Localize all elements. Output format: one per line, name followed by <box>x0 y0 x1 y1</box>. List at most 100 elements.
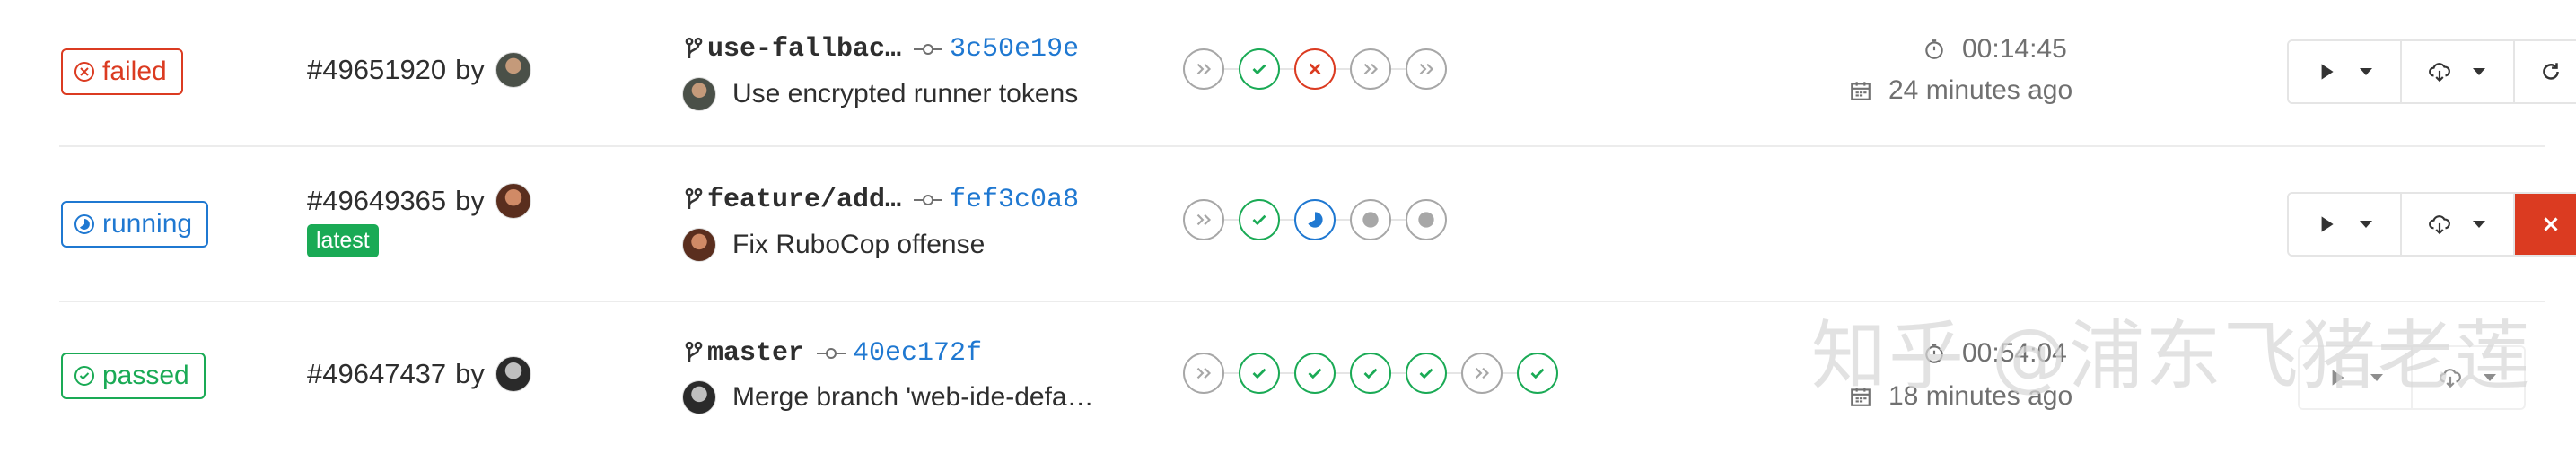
pipeline-row: failed #49651920 by use-fallbac… 3c50e19… <box>59 0 2576 152</box>
play-icon <box>2321 64 2334 80</box>
created-icon <box>1362 212 1379 228</box>
download-cloud-icon <box>2429 63 2450 83</box>
stage-failed[interactable] <box>1280 48 1336 90</box>
retry-icon <box>2543 63 2559 80</box>
stage-success[interactable] <box>1224 48 1280 90</box>
pipeline-id: #49651920 by <box>307 52 531 88</box>
play-dropdown-button[interactable] <box>2289 41 2402 102</box>
play-dropdown-button[interactable] <box>2289 194 2402 255</box>
stage-created[interactable] <box>1336 199 1391 240</box>
close-icon <box>1309 63 1321 75</box>
stage-success[interactable] <box>1280 353 1336 394</box>
branch-icon <box>685 37 703 58</box>
skipped-icon <box>1363 63 1379 75</box>
pipelines-table: failed #49651920 by use-fallbac… 3c50e19… <box>0 0 2576 449</box>
pipeline-row: running #49649365 by latest feature/add…… <box>59 145 2576 298</box>
avatar[interactable] <box>682 380 716 414</box>
calendar-icon <box>1851 82 1871 100</box>
commit-message: Merge branch 'web-ide-defa… <box>682 380 1094 414</box>
pipeline-link[interactable]: #49649365 <box>307 185 446 217</box>
duration: 00:14:45 <box>1923 34 2067 65</box>
commit-ref: use-fallbac… 3c50e19e <box>684 34 1079 65</box>
pipeline-stages <box>1183 48 1447 90</box>
chevron-down-icon <box>2360 221 2372 228</box>
chevron-down-icon <box>2473 221 2485 228</box>
stage-skipped[interactable] <box>1183 199 1224 240</box>
circle-half-icon <box>74 214 94 234</box>
by-label: by <box>455 358 485 389</box>
branch-link[interactable]: master <box>707 338 804 369</box>
created-icon <box>1418 212 1434 228</box>
stage-success[interactable] <box>1336 353 1391 394</box>
commit-sha-link[interactable]: fef3c0a8 <box>950 185 1079 215</box>
pipeline-link[interactable]: #49647437 <box>307 358 446 390</box>
skipped-icon <box>1196 367 1212 379</box>
avatar[interactable] <box>495 356 531 392</box>
stage-success[interactable] <box>1503 353 1558 394</box>
avatar[interactable] <box>495 52 531 88</box>
stage-skipped[interactable] <box>1183 48 1224 90</box>
branch-icon <box>685 341 703 362</box>
pipeline-stages <box>1183 199 1447 240</box>
avatar[interactable] <box>495 183 531 219</box>
stage-running[interactable] <box>1280 199 1336 240</box>
pipeline-link[interactable]: #49651920 <box>307 54 446 86</box>
status-label: passed <box>102 361 189 390</box>
commit-title-link[interactable]: Merge branch 'web-ide-defa… <box>732 382 1094 413</box>
finished-at: 24 minutes ago <box>1849 75 2072 106</box>
check-icon <box>1252 214 1266 226</box>
stage-skipped[interactable] <box>1391 48 1447 90</box>
commit-icon <box>817 348 846 359</box>
status-badge-passed[interactable]: passed <box>61 353 206 399</box>
artifacts-dropdown-button[interactable] <box>2402 41 2515 102</box>
status-badge-failed[interactable]: failed <box>61 48 183 95</box>
commit-sha-link[interactable]: 40ec172f <box>853 338 982 369</box>
stage-created[interactable] <box>1391 199 1447 240</box>
status-badge-running[interactable]: running <box>61 201 209 248</box>
branch-link[interactable]: feature/add… <box>707 185 901 215</box>
status-label: failed <box>102 57 167 86</box>
branch-link[interactable]: use-fallbac… <box>707 34 901 65</box>
skipped-icon <box>1475 367 1490 379</box>
stage-success[interactable] <box>1224 199 1280 240</box>
artifacts-dropdown-button[interactable] <box>2402 194 2515 255</box>
download-cloud-icon <box>2429 215 2450 235</box>
commit-title-link[interactable]: Use encrypted runner tokens <box>732 79 1078 109</box>
skipped-icon <box>1419 63 1434 75</box>
check-icon <box>1308 368 1322 379</box>
skipped-icon <box>1196 63 1212 75</box>
circle-check-icon <box>74 366 94 386</box>
by-label: by <box>455 54 485 85</box>
stage-success[interactable] <box>1224 353 1280 394</box>
check-icon <box>1363 368 1378 379</box>
commit-ref: feature/add… fef3c0a8 <box>684 185 1079 215</box>
avatar[interactable] <box>682 228 716 262</box>
commit-icon <box>914 44 943 55</box>
check-icon <box>1252 64 1266 75</box>
finished-value: 24 minutes ago <box>1888 75 2073 105</box>
commit-ref: master 40ec172f <box>684 338 982 369</box>
timer-icon <box>1925 39 1943 59</box>
commit-icon <box>914 195 943 205</box>
action-group <box>2287 192 2576 257</box>
stage-success[interactable] <box>1391 353 1447 394</box>
chevron-down-icon <box>2360 68 2372 75</box>
stage-skipped[interactable] <box>1336 48 1391 90</box>
commit-sha-link[interactable]: 3c50e19e <box>950 34 1079 65</box>
commit-title-link[interactable]: Fix RuboCop offense <box>732 230 985 260</box>
cancel-button[interactable] <box>2515 194 2576 255</box>
retry-button[interactable] <box>2515 41 2576 102</box>
avatar[interactable] <box>682 77 716 111</box>
chevron-down-icon <box>2473 68 2485 75</box>
by-label: by <box>455 185 485 216</box>
duration-value: 00:14:45 <box>1962 34 2067 64</box>
latest-badge: latest <box>307 224 379 257</box>
check-icon <box>1419 368 1433 379</box>
stage-skipped[interactable] <box>1447 353 1503 394</box>
pipeline-id: #49649365 by <box>307 183 531 219</box>
watermark: 知乎 @浦东飞猪老莲 <box>1811 312 2532 400</box>
status-label: running <box>102 209 193 239</box>
stage-skipped[interactable] <box>1183 353 1224 394</box>
running-icon <box>1308 212 1323 228</box>
circle-x-icon <box>74 62 94 82</box>
